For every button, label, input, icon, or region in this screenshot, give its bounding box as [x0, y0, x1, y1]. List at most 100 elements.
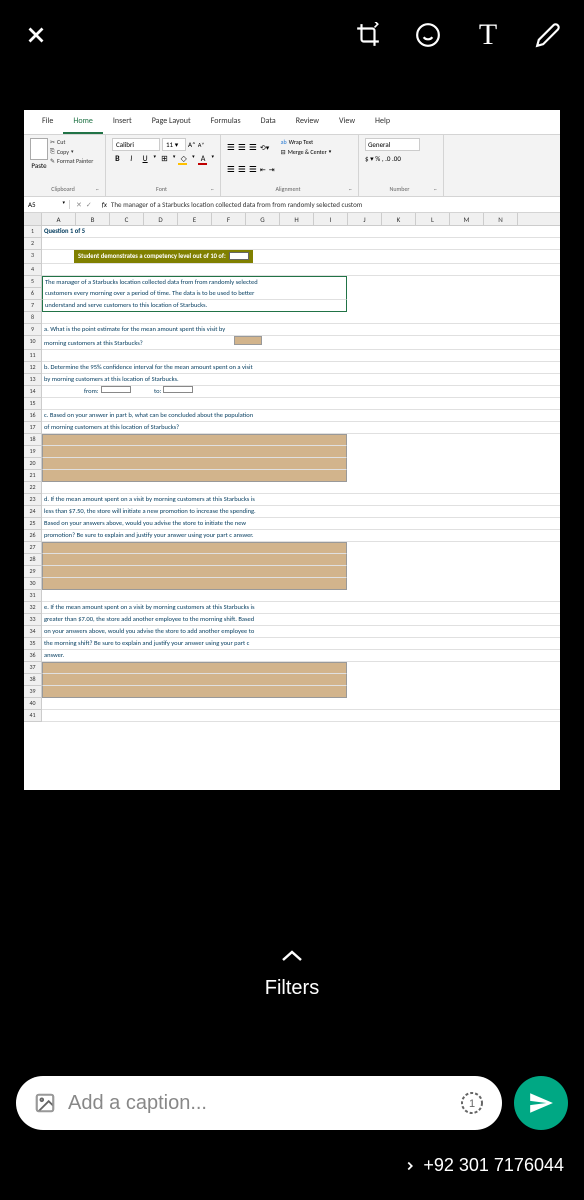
- send-button[interactable]: [514, 1076, 568, 1130]
- cell[interactable]: a. What is the point estimate for the me…: [42, 324, 560, 336]
- gallery-icon[interactable]: [34, 1092, 56, 1114]
- col-header[interactable]: A: [42, 213, 76, 225]
- cell[interactable]: of morning customers at this location of…: [42, 422, 560, 434]
- cell[interactable]: [42, 710, 560, 722]
- cell[interactable]: less than $7.50, the store will initiate…: [42, 506, 560, 518]
- row-header[interactable]: 33: [24, 614, 42, 626]
- row-header[interactable]: 6: [24, 288, 42, 300]
- menu-home[interactable]: Home: [63, 110, 103, 134]
- copy-button[interactable]: ⎘Copy▾: [50, 147, 93, 156]
- cell[interactable]: [42, 482, 560, 494]
- cell[interactable]: [42, 458, 347, 470]
- align-top-icon[interactable]: ≡: [227, 138, 235, 157]
- row-header[interactable]: 37: [24, 662, 42, 674]
- row-header[interactable]: 30: [24, 578, 42, 590]
- cell[interactable]: [42, 312, 560, 324]
- cell[interactable]: [42, 434, 347, 446]
- cell[interactable]: [42, 350, 560, 362]
- row-header[interactable]: 9: [24, 324, 42, 336]
- row-header[interactable]: 25: [24, 518, 42, 530]
- row-header[interactable]: 8: [24, 312, 42, 324]
- align-center-icon[interactable]: ≡: [238, 160, 246, 179]
- cell[interactable]: [42, 698, 560, 710]
- pencil-icon[interactable]: [532, 19, 564, 51]
- select-all-corner[interactable]: [24, 213, 42, 225]
- row-header[interactable]: 36: [24, 650, 42, 662]
- decrease-font-icon[interactable]: A˅: [198, 141, 205, 149]
- col-header[interactable]: B: [76, 213, 110, 225]
- menu-view[interactable]: View: [329, 110, 365, 134]
- cell[interactable]: Student demonstrates a competency level …: [42, 250, 560, 264]
- row-header[interactable]: 32: [24, 602, 42, 614]
- col-header[interactable]: K: [382, 213, 416, 225]
- bold-button[interactable]: B: [112, 154, 123, 164]
- col-header[interactable]: H: [280, 213, 314, 225]
- fill-color-button[interactable]: ◇: [178, 154, 189, 164]
- number-format-buttons[interactable]: $ ▾ % , .0 .00: [365, 154, 437, 163]
- number-format-dropdown[interactable]: General: [365, 138, 420, 151]
- confirm-formula-icon[interactable]: ✓: [86, 200, 92, 209]
- menu-formulas[interactable]: Formulas: [201, 110, 251, 134]
- cell[interactable]: [42, 398, 560, 410]
- row-header[interactable]: 34: [24, 626, 42, 638]
- cell[interactable]: [42, 578, 347, 590]
- col-header[interactable]: J: [348, 213, 382, 225]
- cell[interactable]: e. If the mean amount spent on a visit b…: [42, 602, 560, 614]
- col-header[interactable]: L: [416, 213, 450, 225]
- row-header[interactable]: 3: [24, 250, 42, 264]
- align-right-icon[interactable]: ≡: [249, 160, 257, 179]
- filters-panel[interactable]: Filters: [0, 946, 584, 1000]
- orientation-icon[interactable]: ⟲▾: [260, 143, 269, 152]
- cell[interactable]: [42, 542, 347, 554]
- name-box[interactable]: A5▾: [24, 200, 70, 209]
- cell[interactable]: [42, 446, 347, 458]
- cell[interactable]: [42, 686, 347, 698]
- align-bottom-icon[interactable]: ≡: [249, 138, 257, 157]
- row-header[interactable]: 29: [24, 566, 42, 578]
- cell[interactable]: [42, 662, 347, 674]
- font-size-dropdown[interactable]: 11 ▾: [162, 138, 186, 151]
- emoji-icon[interactable]: [412, 19, 444, 51]
- increase-font-icon[interactable]: A˄: [188, 140, 196, 149]
- col-header[interactable]: N: [484, 213, 518, 225]
- indent-increase-icon[interactable]: ⇥: [269, 165, 275, 174]
- row-header[interactable]: 2: [24, 238, 42, 250]
- fx-icon[interactable]: fx: [98, 200, 111, 209]
- col-header[interactable]: F: [212, 213, 246, 225]
- row-header[interactable]: 39: [24, 686, 42, 698]
- cell[interactable]: c. Based on your answer in part b, what …: [42, 410, 560, 422]
- row-header[interactable]: 14: [24, 386, 42, 398]
- col-header[interactable]: I: [314, 213, 348, 225]
- row-header[interactable]: 41: [24, 710, 42, 722]
- row-header[interactable]: 5: [24, 276, 42, 288]
- cell[interactable]: the morning shift? Be sure to explain an…: [42, 638, 560, 650]
- row-header[interactable]: 20: [24, 458, 42, 470]
- cell[interactable]: by morning customers at this location of…: [42, 374, 560, 386]
- menu-insert[interactable]: Insert: [103, 110, 142, 134]
- merge-center-button[interactable]: ⊟Merge & Center▾: [281, 148, 332, 156]
- crop-icon[interactable]: [352, 19, 384, 51]
- cell[interactable]: greater than $7.00, the store add anothe…: [42, 614, 560, 626]
- menu-page-layout[interactable]: Page Layout: [142, 110, 201, 134]
- row-header[interactable]: 40: [24, 698, 42, 710]
- formula-text[interactable]: The manager of a Starbucks location coll…: [111, 200, 362, 209]
- row-header[interactable]: 24: [24, 506, 42, 518]
- row-header[interactable]: 19: [24, 446, 42, 458]
- view-once-icon[interactable]: 1: [460, 1091, 484, 1115]
- row-header[interactable]: 4: [24, 264, 42, 276]
- cancel-formula-icon[interactable]: ✕: [76, 200, 82, 209]
- cut-button[interactable]: ✂Cut: [50, 138, 93, 146]
- col-header[interactable]: G: [246, 213, 280, 225]
- row-header[interactable]: 28: [24, 554, 42, 566]
- border-button[interactable]: ⊞: [159, 154, 170, 164]
- row-header[interactable]: 23: [24, 494, 42, 506]
- menu-help[interactable]: Help: [365, 110, 400, 134]
- cell[interactable]: The manager of a Starbucks location coll…: [42, 276, 347, 288]
- cell[interactable]: [42, 470, 347, 482]
- indent-decrease-icon[interactable]: ⇤: [260, 165, 266, 174]
- col-header[interactable]: M: [450, 213, 484, 225]
- cell[interactable]: Question 1 of 5: [42, 226, 560, 238]
- paste-button[interactable]: Paste: [30, 138, 48, 170]
- row-header[interactable]: 10: [24, 336, 42, 350]
- cell[interactable]: d. If the mean amount spent on a visit b…: [42, 494, 560, 506]
